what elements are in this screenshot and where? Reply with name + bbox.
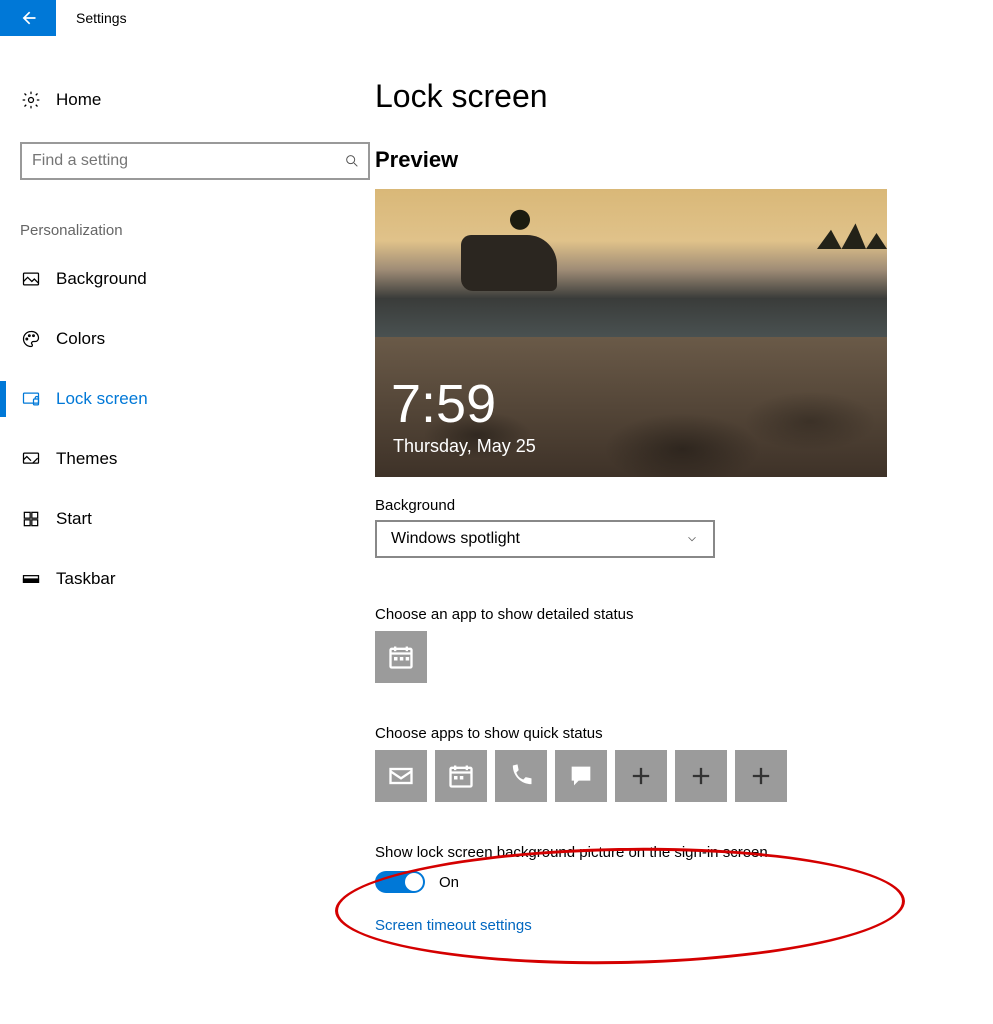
gear-icon bbox=[20, 89, 42, 111]
detailed-status-app-slot[interactable] bbox=[375, 631, 427, 683]
detailed-status-label: Choose an app to show detailed status bbox=[375, 606, 963, 623]
calendar-icon bbox=[387, 643, 415, 671]
search-icon bbox=[344, 153, 360, 169]
quick-status-app-slot-phone[interactable] bbox=[495, 750, 547, 802]
quick-status-app-slot-mail[interactable] bbox=[375, 750, 427, 802]
quick-status-app-slot-add-1[interactable] bbox=[615, 750, 667, 802]
start-icon bbox=[20, 508, 42, 530]
plus-icon bbox=[687, 762, 715, 790]
search-input-field[interactable] bbox=[30, 151, 344, 171]
back-button[interactable] bbox=[0, 0, 56, 36]
calendar-icon bbox=[447, 762, 475, 790]
toggle-label: Show lock screen background picture on t… bbox=[375, 844, 963, 861]
quick-status-app-slot-calendar[interactable] bbox=[435, 750, 487, 802]
page-title: Lock screen bbox=[375, 78, 963, 115]
sidebar-item-colors[interactable]: Colors bbox=[20, 317, 355, 361]
preview-time: 7:59 bbox=[391, 377, 496, 431]
phone-icon bbox=[507, 762, 535, 790]
sidebar-item-themes[interactable]: Themes bbox=[20, 437, 355, 481]
preview-date: Thursday, May 25 bbox=[393, 436, 536, 457]
nav-home-label: Home bbox=[56, 90, 101, 110]
quick-status-app-slot-messaging[interactable] bbox=[555, 750, 607, 802]
app-title: Settings bbox=[76, 10, 127, 26]
search-input[interactable] bbox=[20, 142, 370, 180]
sidebar-item-lock-screen[interactable]: Lock screen bbox=[20, 377, 355, 421]
quick-status-label: Choose apps to show quick status bbox=[375, 725, 963, 742]
background-dropdown[interactable]: Windows spotlight bbox=[375, 520, 715, 558]
chat-icon bbox=[567, 762, 595, 790]
show-background-on-signin-toggle[interactable] bbox=[375, 871, 425, 893]
plus-icon bbox=[747, 762, 775, 790]
plus-icon bbox=[627, 762, 655, 790]
themes-icon bbox=[20, 448, 42, 470]
taskbar-icon bbox=[20, 568, 42, 590]
sidebar-item-label: Lock screen bbox=[56, 389, 148, 409]
sidebar-item-taskbar[interactable]: Taskbar bbox=[20, 557, 355, 601]
quick-status-app-slot-add-3[interactable] bbox=[735, 750, 787, 802]
background-label: Background bbox=[375, 497, 963, 514]
preview-header: Preview bbox=[375, 147, 963, 173]
lock-screen-icon bbox=[20, 388, 42, 410]
mail-icon bbox=[387, 762, 415, 790]
screen-timeout-link[interactable]: Screen timeout settings bbox=[375, 917, 963, 934]
sidebar: Home Personalization Background Colors L… bbox=[0, 78, 375, 934]
chevron-down-icon bbox=[685, 532, 699, 546]
arrow-left-icon bbox=[18, 8, 38, 28]
sidebar-item-background[interactable]: Background bbox=[20, 257, 355, 301]
sidebar-item-label: Start bbox=[56, 509, 92, 529]
sidebar-item-label: Colors bbox=[56, 329, 105, 349]
quick-status-app-slot-add-2[interactable] bbox=[675, 750, 727, 802]
sidebar-item-label: Taskbar bbox=[56, 569, 116, 589]
annotation-highlight-ellipse bbox=[334, 843, 906, 969]
sidebar-item-start[interactable]: Start bbox=[20, 497, 355, 541]
nav-home[interactable]: Home bbox=[20, 78, 355, 122]
main-panel: Lock screen Preview 7:59 Thursday, May 2… bbox=[375, 78, 993, 934]
picture-icon bbox=[20, 268, 42, 290]
sidebar-item-label: Background bbox=[56, 269, 147, 289]
toggle-state-text: On bbox=[439, 874, 459, 891]
sidebar-item-label: Themes bbox=[56, 449, 117, 469]
palette-icon bbox=[20, 328, 42, 350]
background-dropdown-value: Windows spotlight bbox=[391, 530, 520, 548]
sidebar-section-header: Personalization bbox=[20, 222, 355, 239]
lock-screen-preview: 7:59 Thursday, May 25 bbox=[375, 189, 887, 477]
